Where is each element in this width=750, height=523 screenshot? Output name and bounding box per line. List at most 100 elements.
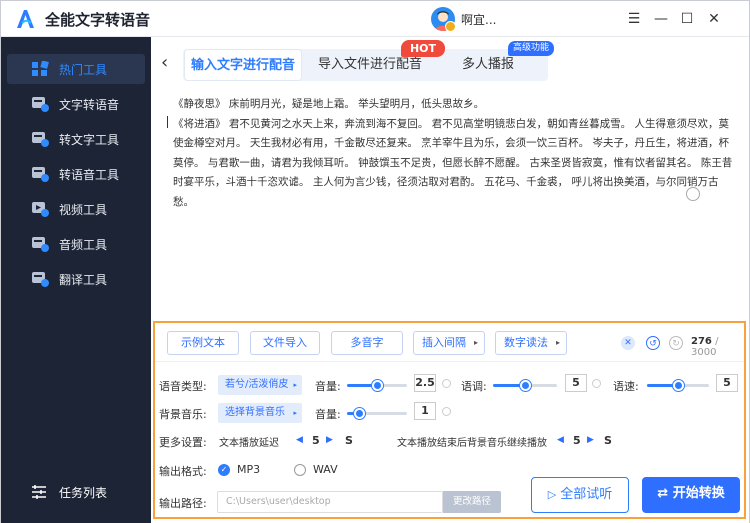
close-icon[interactable]: ✕ <box>704 9 724 29</box>
divider <box>155 361 744 362</box>
text-editor[interactable]: 《静夜思》 床前明月光，疑是地上霜。 举头望明月，低头思故乡。 《将进酒》 君不… <box>173 95 739 235</box>
tab-multi-broadcast[interactable]: 多人播报 <box>462 49 514 81</box>
after-play-label: 文本播放结束后背景音乐继续播放 <box>397 438 547 449</box>
grid-icon <box>32 61 49 76</box>
pro-badge: 高级功能 <box>508 41 554 56</box>
mp3-label[interactable]: MP3 <box>237 463 260 476</box>
undo-icon[interactable]: ↺ <box>646 336 660 350</box>
speed-slider-knob[interactable] <box>673 380 684 391</box>
preview-all-button[interactable]: ▷ 全部试听 <box>531 477 629 513</box>
change-path-button[interactable]: 更改路径 <box>443 491 501 513</box>
voice-type-label: 语音类型: <box>159 380 207 393</box>
delay-unit: S <box>345 434 353 447</box>
sidebar-item-label: 翻译工具 <box>59 273 108 287</box>
bgm-volume-slider-knob[interactable] <box>354 408 365 419</box>
pitch-reset-icon[interactable] <box>592 379 601 388</box>
bgm-volume-value[interactable]: 1 <box>414 402 436 420</box>
speed-slider[interactable] <box>647 380 709 391</box>
speech-to-text-icon <box>32 132 49 147</box>
app-logo-icon <box>17 10 34 28</box>
redo-icon[interactable]: ↻ <box>669 336 683 350</box>
start-convert-label: 开始转换 <box>672 486 725 501</box>
play-icon: ▷ <box>547 488 557 501</box>
delay-label: 文本播放延迟 <box>219 438 279 449</box>
sidebar-item-text-to-speech[interactable]: 文字转语音 <box>7 89 145 119</box>
path-label: 输出路径: <box>159 497 207 510</box>
volume-slider[interactable] <box>347 380 407 391</box>
delay-decrease-icon[interactable]: ◀ <box>296 435 303 445</box>
minimize-icon[interactable]: — <box>651 9 671 29</box>
hot-badge: HOT <box>401 40 445 57</box>
menu-icon[interactable]: ☰ <box>624 9 644 29</box>
sample-text-button[interactable]: 示例文本 <box>167 331 239 355</box>
translate-icon <box>32 272 49 287</box>
pitch-label: 语调: <box>461 380 487 393</box>
title-bar: 全能文字转语音 啊宜... ☰ — ☐ ✕ <box>1 1 749 37</box>
wav-label[interactable]: WAV <box>313 463 338 476</box>
task-list-icon <box>32 485 46 499</box>
start-convert-button[interactable]: ⇄ 开始转换 <box>642 477 740 513</box>
volume-label: 音量: <box>315 380 341 393</box>
app-title: 全能文字转语音 <box>45 11 151 29</box>
pitch-slider-knob[interactable] <box>520 380 531 391</box>
loading-circle-icon <box>686 187 700 201</box>
wav-radio-icon[interactable] <box>294 464 306 476</box>
speed-label: 语速: <box>613 380 639 393</box>
bgm-volume-label: 音量: <box>315 408 341 421</box>
after-unit: S <box>604 434 612 447</box>
voice-select[interactable]: 若兮/活泼俏皮 ▸ <box>218 375 302 395</box>
char-count: 276 / 3000 <box>691 336 744 358</box>
sidebar-item-audio-tools[interactable]: 音频工具 <box>7 229 145 259</box>
text-cursor <box>167 116 168 128</box>
text-line: 《将进酒》 君不见黄河之水天上来，奔流到海不复回。 君不见高堂明镜悲白发，朝如青… <box>173 117 733 208</box>
sidebar-item-label: 转语音工具 <box>59 168 120 182</box>
sidebar-item-translate-tools[interactable]: 翻译工具 <box>7 264 145 294</box>
sidebar-item-video-tools[interactable]: 视频工具 <box>7 194 145 224</box>
more-settings-label: 更多设置: <box>159 436 207 449</box>
sidebar-item-hot-tools[interactable]: 热门工具 <box>7 54 145 84</box>
audio-icon <box>32 237 49 252</box>
tab-input-text[interactable]: 输入文字进行配音 <box>184 49 302 81</box>
clear-icon[interactable]: ✕ <box>621 336 635 350</box>
sidebar-item-speech-to-text[interactable]: 转文字工具 <box>7 124 145 154</box>
insert-interval-button[interactable]: 插入间隔 ▸ <box>413 331 485 355</box>
file-import-button[interactable]: 文件导入 <box>250 331 320 355</box>
bgm-volume-reset-icon[interactable] <box>442 407 451 416</box>
after-decrease-icon[interactable]: ◀ <box>557 435 564 445</box>
after-increase-icon[interactable]: ▶ <box>587 435 594 445</box>
delay-increase-icon[interactable]: ▶ <box>326 435 333 445</box>
bgm-volume-slider[interactable] <box>347 408 407 419</box>
sidebar-item-voice-tools[interactable]: 转语音工具 <box>7 159 145 189</box>
arrow-right-icon: ▸ <box>473 338 478 347</box>
username[interactable]: 啊宜... <box>461 11 496 28</box>
maximize-icon[interactable]: ☐ <box>677 9 697 29</box>
back-icon[interactable]: ‹ <box>161 52 168 73</box>
after-value: 5 <box>573 434 581 447</box>
arrow-right-icon: ▸ <box>293 381 297 389</box>
bgm-select[interactable]: 选择背景音乐 ▸ <box>218 403 302 423</box>
format-label: 输出格式: <box>159 465 207 478</box>
speed-value[interactable]: 5 <box>716 374 738 392</box>
bgm-select-value: 选择背景音乐 <box>225 407 285 418</box>
polyphone-button[interactable]: 多音字 <box>331 331 403 355</box>
path-input[interactable]: C:\Users\user\desktop <box>217 491 443 513</box>
arrow-right-icon: ▸ <box>293 409 297 417</box>
pitch-value[interactable]: 5 <box>565 374 587 392</box>
sidebar-item-label: 文字转语音 <box>59 98 120 112</box>
video-icon <box>32 202 49 217</box>
voice-tool-icon <box>32 167 49 182</box>
delay-value: 5 <box>312 434 320 447</box>
volume-slider-knob[interactable] <box>372 380 383 391</box>
sidebar-item-label: 热门工具 <box>59 63 108 77</box>
count-current: 276 <box>691 336 712 347</box>
pitch-slider[interactable] <box>493 380 557 391</box>
sidebar-item-label: 视频工具 <box>59 203 108 217</box>
volume-reset-icon[interactable] <box>442 379 451 388</box>
mp3-radio-checked-icon[interactable]: ✓ <box>218 464 230 476</box>
insert-interval-label: 插入间隔 <box>422 336 466 349</box>
bgm-label: 背景音乐: <box>159 408 207 421</box>
number-reading-button[interactable]: 数字读法 ▸ <box>495 331 567 355</box>
volume-value[interactable]: 2.5 <box>414 374 436 392</box>
app-window: 全能文字转语音 啊宜... ☰ — ☐ ✕ 热门工具 文字转语音 转文字工具 转… <box>0 0 750 523</box>
task-list-label: 任务列表 <box>59 486 108 500</box>
